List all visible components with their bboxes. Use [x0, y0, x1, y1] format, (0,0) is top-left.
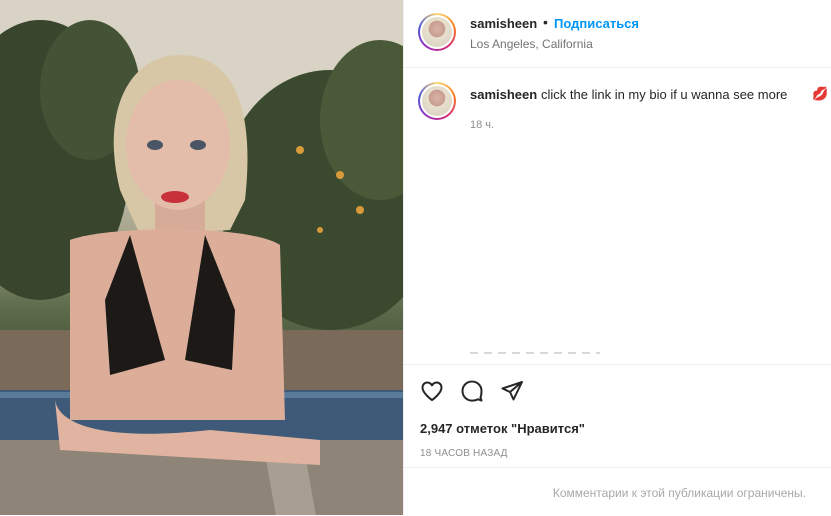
- caption-username[interactable]: samisheen: [470, 87, 537, 102]
- comment-footer: Комментарии к этой публикации ограничены…: [404, 467, 831, 516]
- paper-plane-icon[interactable]: [500, 379, 524, 403]
- heart-icon[interactable]: [420, 379, 444, 403]
- post-photo[interactable]: [0, 0, 403, 515]
- likes-count[interactable]: 2,947 отметок "Нравится": [420, 421, 585, 436]
- post-panel: samisheen • Подписаться Los Angeles, Cal…: [403, 0, 831, 515]
- follow-button[interactable]: Подписаться: [554, 16, 639, 31]
- caption-text: click the link in my bio if u wanna see …: [541, 87, 788, 102]
- photo-illustration: [0, 0, 403, 515]
- separator-dot: •: [543, 14, 548, 30]
- author-username[interactable]: samisheen: [470, 16, 537, 31]
- comment-icon[interactable]: [460, 379, 484, 403]
- action-bar: [404, 364, 831, 402]
- caption-avatar[interactable]: [418, 82, 456, 120]
- post-date[interactable]: 18 ЧАСОВ НАЗАД: [420, 448, 508, 459]
- kiss-emoji: 💋: [812, 86, 829, 101]
- comments-disabled-notice: Комментарии к этой публикации ограничены…: [552, 486, 806, 500]
- instagram-post: samisheen • Подписаться Los Angeles, Cal…: [0, 0, 831, 515]
- post-header: samisheen • Подписаться Los Angeles, Cal…: [404, 0, 831, 68]
- caption-time[interactable]: 18 ч.: [470, 119, 494, 131]
- location-link[interactable]: Los Angeles, California: [470, 37, 593, 51]
- avatar[interactable]: [418, 13, 456, 51]
- faded-comment-preview: [470, 352, 600, 354]
